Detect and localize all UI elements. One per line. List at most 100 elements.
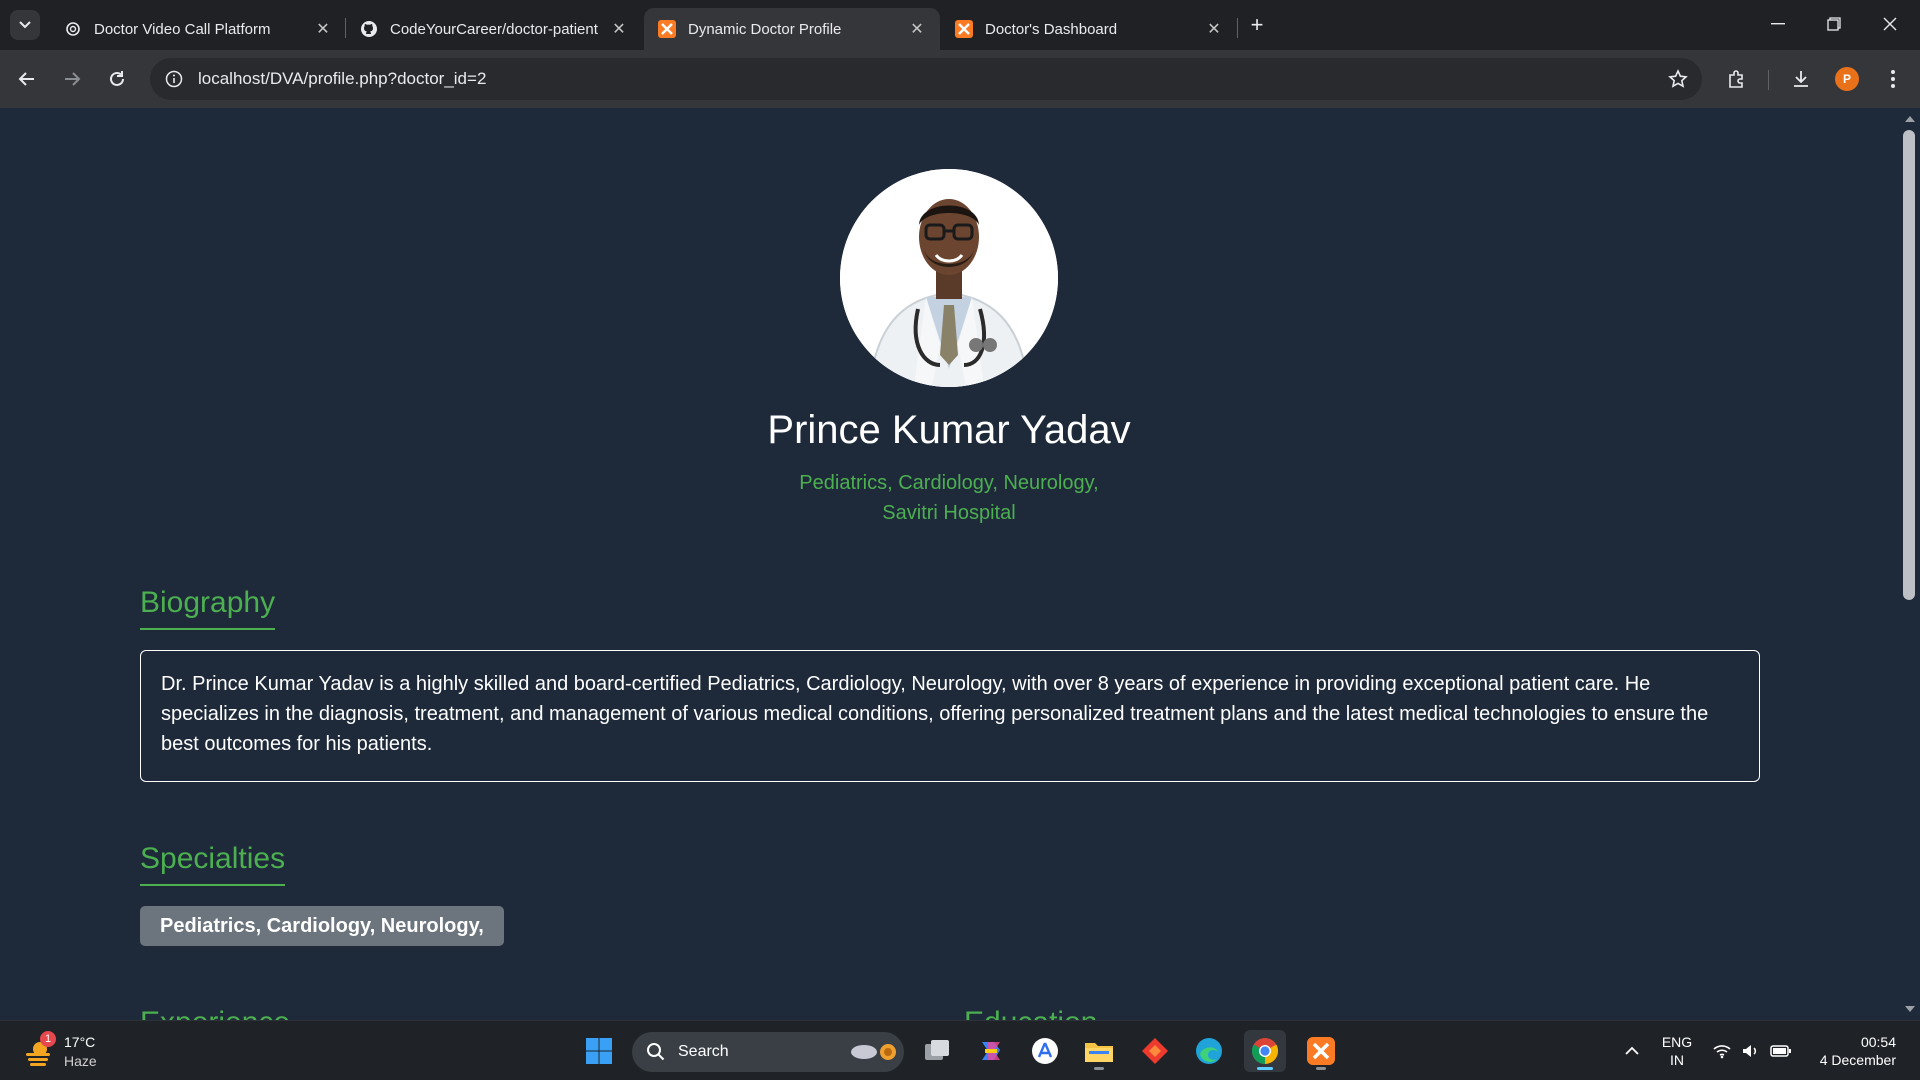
new-tab-button[interactable]: +: [1244, 12, 1270, 38]
doctor-subtitle: Pediatrics, Cardiology, Neurology, Savit…: [0, 468, 1898, 528]
biography-heading: Biography: [140, 586, 276, 630]
language-indicator[interactable]: ENG IN: [1660, 1033, 1694, 1069]
scroll-down-arrow-icon[interactable]: [1905, 1006, 1915, 1012]
browser-toolbar: localhost/DVA/profile.php?doctor_id=2 P: [0, 50, 1920, 108]
clock-time: 00:54: [1860, 1034, 1896, 1050]
scroll-up-arrow-icon[interactable]: [1905, 116, 1915, 122]
close-icon[interactable]: ✕: [610, 19, 628, 39]
running-indicator: [1316, 1067, 1326, 1070]
download-icon: [1794, 71, 1808, 87]
profile-page: Prince Kumar Yadav Pediatrics, Cardiolog…: [0, 108, 1898, 1020]
copilot-icon: [982, 1042, 1000, 1060]
taskbar-file-explorer[interactable]: [1078, 1030, 1120, 1072]
region-code: IN: [1670, 1052, 1684, 1068]
close-icon: [1883, 17, 1897, 31]
taskbar-clock[interactable]: 00:54 4 December: [1800, 1033, 1896, 1069]
plus-icon: +: [1250, 12, 1264, 37]
tab-title: Doctor Video Call Platform: [94, 20, 271, 38]
taskbar-task-view[interactable]: [916, 1030, 958, 1072]
close-icon[interactable]: ✕: [1205, 19, 1223, 39]
reload-button[interactable]: [102, 64, 132, 94]
folder-icon: [1085, 1043, 1113, 1062]
notification-badge: 1: [40, 1031, 56, 1047]
chrome-icon: [1251, 1038, 1279, 1065]
taskbar-edge[interactable]: [1188, 1030, 1230, 1072]
running-indicator: [1257, 1067, 1273, 1070]
openai-icon: [64, 20, 82, 38]
weather-description: Haze: [64, 1053, 97, 1069]
taskbar-search[interactable]: Search: [632, 1032, 904, 1072]
tab-title: Dynamic Doctor Profile: [688, 20, 842, 38]
biography-text: Dr. Prince Kumar Yadav is a highly skill…: [140, 650, 1760, 782]
search-highlight-icon: [851, 1044, 896, 1060]
diamond-icon: [1142, 1038, 1168, 1064]
search-label: Search: [678, 1043, 729, 1060]
avatar: P: [1835, 67, 1859, 91]
system-tray-status[interactable]: [1712, 1021, 1792, 1080]
tab-title: Doctor's Dashboard: [985, 20, 1118, 38]
taskbar-chrome[interactable]: [1244, 1030, 1286, 1072]
github-icon: [360, 20, 378, 38]
task-view-icon: [925, 1040, 949, 1060]
doctor-specialties-line: Pediatrics, Cardiology, Neurology,: [799, 472, 1099, 494]
tab-title: CodeYourCareer/doctor-patient: [390, 20, 598, 38]
back-arrow-icon: [18, 72, 34, 86]
restore-button[interactable]: [1806, 6, 1862, 42]
tab-dynamic-doctor-profile[interactable]: Dynamic Doctor Profile ✕: [644, 8, 940, 50]
doctor-portrait-image: [840, 169, 1058, 387]
close-icon[interactable]: ✕: [314, 19, 332, 39]
windows-logo-icon: [586, 1038, 612, 1064]
scrollbar-thumb[interactable]: [1903, 130, 1915, 600]
weather-widget[interactable]: 1 17°C Haze: [22, 1031, 142, 1073]
extensions-button[interactable]: [1722, 64, 1752, 94]
taskbar-copilot[interactable]: [970, 1030, 1012, 1072]
chevron-down-icon: [19, 21, 31, 29]
reload-icon: [110, 71, 124, 86]
start-button[interactable]: [578, 1030, 620, 1072]
chevron-up-icon: [1625, 1046, 1639, 1055]
weather-temperature: 17°C: [64, 1034, 96, 1050]
education-heading: Education: [964, 1006, 1097, 1020]
downloads-button[interactable]: [1786, 64, 1816, 94]
taskbar-anydesk[interactable]: [1134, 1030, 1176, 1072]
tab-github-repo[interactable]: CodeYourCareer/doctor-patient ✕: [346, 8, 642, 50]
xampp-icon: [658, 20, 676, 38]
taskbar-xampp[interactable]: [1300, 1030, 1342, 1072]
tab-doctors-dashboard[interactable]: Doctor's Dashboard ✕: [941, 8, 1237, 50]
wifi-icon: [1713, 1045, 1731, 1059]
edge-icon: [1196, 1038, 1222, 1064]
profile-button[interactable]: P: [1832, 64, 1862, 94]
back-button[interactable]: [12, 64, 42, 94]
page-scrollbar[interactable]: [1898, 108, 1920, 1020]
windows-taskbar: 1 17°C Haze Search ENG IN 00:54 4 Decemb…: [0, 1020, 1920, 1080]
language-code: ENG: [1661, 1034, 1693, 1050]
tab-search-button[interactable]: [10, 10, 40, 40]
show-hidden-icons-button[interactable]: [1620, 1021, 1644, 1080]
search-icon: [647, 1043, 665, 1061]
site-info-icon[interactable]: [150, 70, 198, 88]
close-icon[interactable]: ✕: [908, 19, 926, 39]
kebab-menu-icon: [1891, 70, 1895, 88]
running-indicator: [1094, 1067, 1104, 1070]
minimize-button[interactable]: [1750, 6, 1806, 42]
minimize-icon: [1771, 23, 1785, 25]
close-window-button[interactable]: [1862, 6, 1918, 42]
bookmark-star-icon[interactable]: [1654, 69, 1702, 89]
doctor-photo: [840, 169, 1058, 387]
browser-menu-button[interactable]: [1878, 64, 1908, 94]
url-text[interactable]: localhost/DVA/profile.php?doctor_id=2: [198, 69, 1654, 89]
toolbar-divider: [1768, 70, 1769, 90]
xampp-icon: [955, 20, 973, 38]
address-bar[interactable]: localhost/DVA/profile.php?doctor_id=2: [150, 58, 1702, 100]
tab-divider: [1237, 18, 1238, 38]
volume-icon: [1743, 1045, 1757, 1057]
battery-icon: [1770, 1045, 1791, 1057]
tab-doctor-video-call[interactable]: Doctor Video Call Platform ✕: [50, 8, 346, 50]
doctor-name: Prince Kumar Yadav: [767, 408, 1131, 452]
forward-button[interactable]: [57, 64, 87, 94]
taskbar-app-store[interactable]: [1024, 1030, 1066, 1072]
specialties-heading: Specialties: [140, 842, 286, 886]
forward-arrow-icon: [65, 72, 81, 86]
puzzle-icon: [1729, 70, 1743, 88]
experience-heading: Experience: [140, 1006, 290, 1020]
